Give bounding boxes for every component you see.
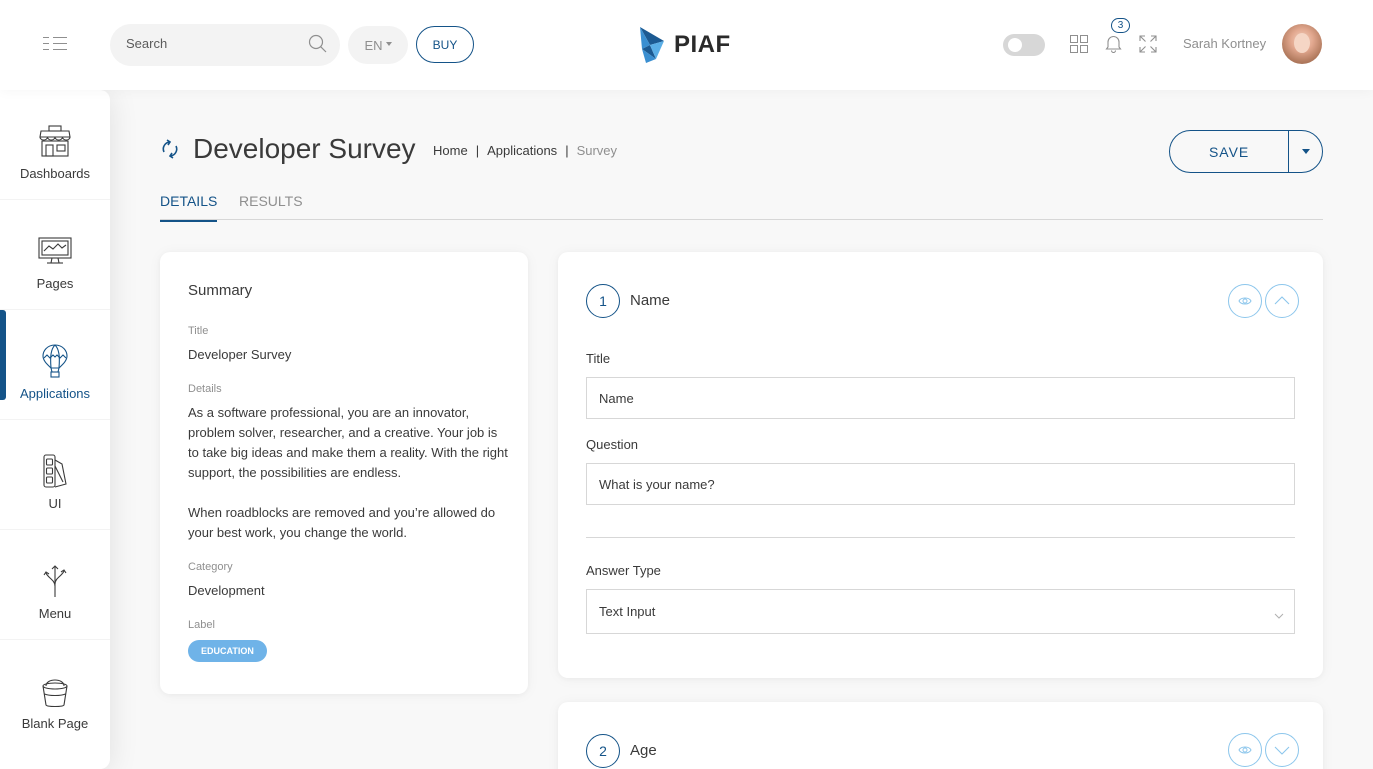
question-title: Age [630,742,657,759]
shop-icon [38,124,72,158]
chevron-down-icon[interactable] [1265,733,1299,767]
bell-icon[interactable] [1105,34,1122,58]
search-box [110,24,340,66]
language-dropdown[interactable]: EN [348,26,408,64]
chevron-up-icon[interactable] [1265,284,1299,318]
save-button[interactable]: SAVE [1170,131,1290,172]
summary-category-value: Development [188,583,265,598]
question-number: 2 [586,734,620,768]
question-card: 1 Name Title Question Answer Type Text I… [558,252,1323,678]
question-card: 2 Age [558,702,1323,769]
user-name[interactable]: Sarah Kortney [1183,36,1266,51]
summary-label-label: Label [188,619,215,631]
avatar[interactable] [1282,24,1322,64]
eye-icon[interactable] [1228,284,1262,318]
buy-button[interactable]: BUY [416,26,474,63]
eye-icon[interactable] [1228,733,1262,767]
three-arrows-icon [42,564,68,598]
fullscreen-icon[interactable] [1139,35,1157,58]
menu-toggle-icon[interactable] [43,37,67,51]
toggle-knob [1008,38,1022,52]
summary-details-paragraph-2: When roadblocks are removed and you’re a… [188,505,496,540]
pantone-icon [42,454,68,488]
caret-down-icon [1301,149,1310,154]
sidebar-item-label: Applications [19,386,91,401]
page-title: Developer Survey [193,133,416,164]
sidebar-item-label: UI [48,496,62,511]
tabs: DETAILS RESULTS [160,193,1323,222]
sidebar-item-label: Blank Page [21,716,89,731]
answer-type-label: Answer Type [586,563,661,578]
tab-details[interactable]: DETAILS [160,193,218,222]
question-title: Name [630,292,671,309]
search-icon[interactable] [308,34,328,59]
logo-text: PIAF [674,31,731,58]
tab-results[interactable]: RESULTS [239,193,303,220]
breadcrumb-separator: | [565,143,569,158]
avatar-face [1294,33,1310,53]
answer-type-value: Text Input [599,604,656,619]
sidebar-item-menu[interactable]: Menu [0,530,110,640]
summary-title-value: Developer Survey [188,347,292,362]
summary-card: Summary Title Developer Survey Details A… [160,252,528,694]
breadcrumb-separator: | [475,143,480,158]
piaf-bird-icon [640,27,664,63]
sidebar-item-label: Menu [38,606,72,621]
save-button-group: SAVE [1169,130,1323,173]
breadcrumb: Home | Applications | Survey [433,143,617,158]
theme-toggle[interactable] [1003,34,1045,56]
sidebar-item-ui[interactable]: UI [0,420,110,530]
sidebar-item-dashboards[interactable]: Dashboards [0,90,110,200]
title-input[interactable] [586,377,1295,419]
logo[interactable]: PIAF [638,27,731,63]
save-dropdown-toggle[interactable] [1289,131,1322,172]
answer-type-select[interactable]: Text Input [586,589,1295,634]
sidebar: Dashboards Pages Applications UI Menu Bl… [0,90,110,769]
title-field-label: Title [586,351,611,366]
refresh-icon[interactable] [160,139,180,164]
sidebar-item-label: Pages [36,276,74,291]
summary-details-label: Details [188,383,222,395]
apps-grid-icon[interactable] [1070,35,1088,58]
air-balloon-icon [42,344,68,378]
question-field-label: Question [586,437,639,452]
notification-badge: 3 [1111,18,1130,33]
summary-category-label: Category [188,561,233,573]
sidebar-item-blank-page[interactable]: Blank Page [0,640,110,750]
monitor-icon [38,234,72,268]
chevron-down-icon [1274,607,1284,625]
summary-details-paragraph-1: As a software professional, you are an i… [188,405,508,480]
sidebar-item-label: Dashboards [19,166,91,181]
bucket-icon [41,674,69,708]
education-badge: EDUCATION [188,640,267,662]
breadcrumb-home[interactable]: Home [433,143,468,158]
summary-heading: Summary [188,282,253,299]
divider [586,537,1295,538]
sidebar-item-pages[interactable]: Pages [0,200,110,310]
breadcrumb-survey: Survey [576,143,618,158]
question-input[interactable] [586,463,1295,505]
summary-title-label: Title [188,325,209,337]
language-label: EN [364,37,383,53]
question-number: 1 [586,284,620,318]
top-navbar: EN BUY PIAF 3 Sarah Kortney [0,0,1373,90]
sidebar-item-applications[interactable]: Applications [0,310,110,420]
caret-down-icon [385,42,392,46]
breadcrumb-applications[interactable]: Applications [487,143,557,158]
search-input[interactable] [126,36,306,51]
